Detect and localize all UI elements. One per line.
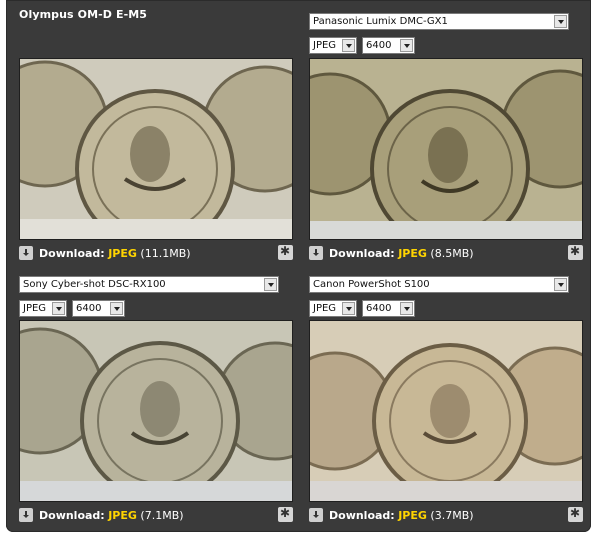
download-link[interactable]: Download: JPEG (8.5MB) (329, 247, 474, 260)
panel-sony: Sony Cyber-shot DSC-RX100 JPEG 6400 Down… (19, 270, 294, 532)
panel-olympus: Olympus OM-D E-M5 Download: JPEG (11.1MB… (19, 0, 294, 270)
settings-gear-icon[interactable] (278, 244, 293, 260)
download-link[interactable]: Download: JPEG (7.1MB) (39, 509, 184, 522)
chevron-down-icon (342, 39, 355, 52)
download-label: Download: (39, 509, 105, 522)
download-link[interactable]: Download: JPEG (3.7MB) (329, 509, 474, 522)
download-icon[interactable] (19, 246, 33, 260)
download-bar: Download: JPEG (11.1MB) (19, 244, 293, 262)
download-bar: Download: JPEG (7.1MB) (19, 506, 293, 524)
download-size: (8.5MB) (430, 247, 474, 260)
download-icon[interactable] (19, 508, 33, 522)
format-select-value: JPEG (313, 303, 337, 314)
settings-gear-icon[interactable] (278, 506, 293, 522)
chevron-down-icon (400, 39, 413, 52)
chevron-down-icon (342, 302, 355, 315)
camera-select-value: Canon PowerShot S100 (313, 279, 430, 290)
chevron-down-icon (110, 302, 123, 315)
chevron-down-icon (554, 278, 567, 291)
format-select-value: JPEG (23, 303, 47, 314)
download-format: JPEG (398, 247, 427, 260)
download-format: JPEG (398, 509, 427, 522)
format-select[interactable]: JPEG (19, 300, 67, 317)
camera-title: Olympus OM-D E-M5 (19, 8, 148, 21)
iso-select[interactable]: 6400 (72, 300, 125, 317)
download-size: (7.1MB) (140, 509, 184, 522)
format-select-value: JPEG (313, 40, 337, 51)
format-select[interactable]: JPEG (309, 300, 357, 317)
settings-gear-icon[interactable] (568, 244, 583, 260)
download-link[interactable]: Download: JPEG (11.1MB) (39, 247, 191, 260)
download-label: Download: (329, 509, 395, 522)
download-size: (11.1MB) (140, 247, 191, 260)
iso-select-value: 6400 (366, 303, 392, 314)
iso-select[interactable]: 6400 (362, 37, 415, 54)
chevron-down-icon (400, 302, 413, 315)
comparison-widget: Olympus OM-D E-M5 Download: JPEG (11.1MB… (6, 0, 591, 532)
download-format: JPEG (108, 509, 137, 522)
download-label: Download: (329, 247, 395, 260)
download-size: (3.7MB) (430, 509, 474, 522)
chevron-down-icon (52, 302, 65, 315)
chevron-down-icon (554, 15, 567, 28)
sample-image[interactable] (309, 320, 583, 502)
download-bar: Download: JPEG (3.7MB) (309, 506, 583, 524)
iso-select-value: 6400 (366, 40, 392, 51)
camera-select-value: Sony Cyber-shot DSC-RX100 (23, 279, 166, 290)
format-select[interactable]: JPEG (309, 37, 357, 54)
iso-select[interactable]: 6400 (362, 300, 415, 317)
chevron-down-icon (264, 278, 277, 291)
panel-panasonic: Panasonic Lumix DMC-GX1 JPEG 6400 Downlo… (309, 0, 584, 270)
camera-select-value: Panasonic Lumix DMC-GX1 (313, 16, 448, 27)
download-icon[interactable] (309, 246, 323, 260)
iso-select-value: 6400 (76, 303, 102, 314)
sample-image[interactable] (309, 58, 583, 240)
download-label: Download: (39, 247, 105, 260)
camera-select[interactable]: Panasonic Lumix DMC-GX1 (309, 13, 569, 30)
download-format: JPEG (108, 247, 137, 260)
camera-select[interactable]: Sony Cyber-shot DSC-RX100 (19, 276, 279, 293)
download-bar: Download: JPEG (8.5MB) (309, 244, 583, 262)
camera-select[interactable]: Canon PowerShot S100 (309, 276, 569, 293)
panel-canon: Canon PowerShot S100 JPEG 6400 Download:… (309, 270, 584, 532)
sample-image[interactable] (19, 58, 293, 240)
settings-gear-icon[interactable] (568, 506, 583, 522)
sample-image[interactable] (19, 320, 293, 502)
download-icon[interactable] (309, 508, 323, 522)
